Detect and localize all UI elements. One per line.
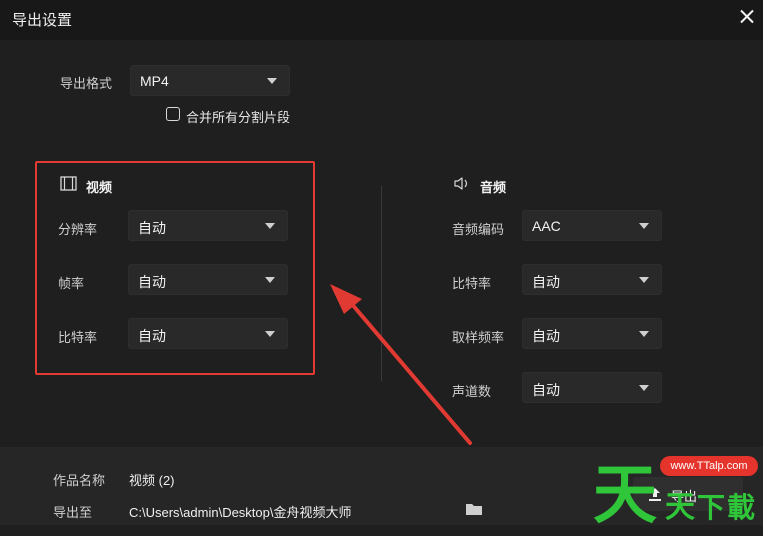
close-icon[interactable] [736,6,758,28]
video-bitrate-value: 自动 [138,328,166,344]
video-bitrate-select[interactable]: 自动 [128,318,288,349]
chevron-down-icon [639,385,649,391]
name-value[interactable]: 视频 (2) [129,470,175,489]
film-icon [60,176,77,191]
merge-checkbox[interactable] [166,107,180,121]
audio-codec-select[interactable]: AAC [522,210,662,241]
name-label: 作品名称 [53,473,106,488]
audio-channels-select[interactable]: 自动 [522,372,662,403]
format-label: 导出格式 [60,76,113,91]
path-value: C:\Users\admin\Desktop\金舟视频大师 [129,505,352,520]
watermark-char-1: 天 [593,459,657,533]
chevron-down-icon [265,223,275,229]
audio-channels-value: 自动 [532,382,560,398]
audio-bitrate-label: 比特率 [452,276,492,291]
path-label: 导出至 [53,505,93,520]
format-value: MP4 [140,73,169,89]
video-resolution-select[interactable]: 自动 [128,210,288,241]
audio-codec-label: 音频编码 [452,222,505,237]
folder-icon[interactable] [465,502,483,516]
chevron-down-icon [639,277,649,283]
chevron-down-icon [639,223,649,229]
video-resolution-label: 分辨率 [58,222,98,237]
video-bitrate-label: 比特率 [58,330,98,345]
video-section-title: 视频 [86,180,113,195]
merge-label: 合并所有分割片段 [186,110,291,125]
audio-bitrate-select[interactable]: 自动 [522,264,662,295]
video-framerate-label: 帧率 [58,276,85,291]
chevron-down-icon [265,277,275,283]
section-divider [381,186,382,381]
video-framerate-value: 自动 [138,274,166,290]
chevron-down-icon [267,78,277,84]
video-resolution-value: 自动 [138,220,166,236]
chevron-down-icon [639,331,649,337]
format-select[interactable]: MP4 [130,65,290,96]
audio-samplerate-value: 自动 [532,328,560,344]
dialog-title: 导出设置 [12,12,73,29]
audio-channels-label: 声道数 [452,384,492,399]
audio-codec-value: AAC [532,218,561,234]
audio-samplerate-select[interactable]: 自动 [522,318,662,349]
speaker-icon [454,177,468,190]
watermark-char-2: 天 [665,490,695,525]
title-bar: 导出设置 [0,0,763,40]
watermark-char-3: 下 [697,491,726,524]
chevron-down-icon [265,331,275,337]
watermark-char-4: 載 [727,491,756,524]
audio-section-title: 音频 [480,180,507,195]
audio-bitrate-value: 自动 [532,274,560,290]
video-framerate-select[interactable]: 自动 [128,264,288,295]
watermark-site: www.TTalp.com [660,456,758,476]
audio-samplerate-label: 取样频率 [452,330,505,345]
